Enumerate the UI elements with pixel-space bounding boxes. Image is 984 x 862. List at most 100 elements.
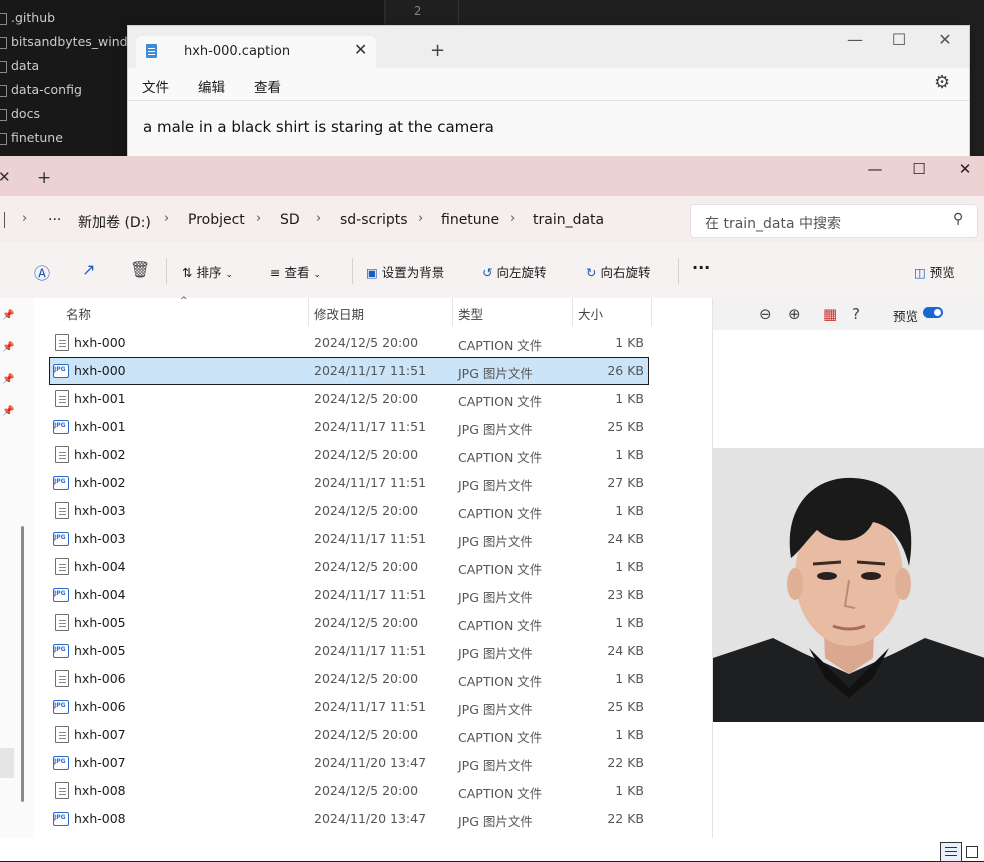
- file-size: 22 KB: [607, 811, 644, 826]
- preview-pane-button[interactable]: ◫ 预览: [914, 262, 955, 281]
- delete-icon[interactable]: 🗑: [130, 260, 150, 279]
- breadcrumb-sd-scripts[interactable]: sd-scripts: [340, 212, 408, 228]
- breadcrumb-train-data[interactable]: train_data: [533, 212, 604, 228]
- explorer-folder[interactable]: .github: [0, 6, 55, 30]
- file-date: 2024/11/20 13:47: [314, 811, 427, 826]
- close-icon[interactable]: ✕: [930, 30, 960, 49]
- close-tab-icon[interactable]: ✕: [354, 40, 367, 59]
- file-row[interactable]: hxh-003 2024/11/17 11:51 JPG 图片文件 24 KB: [50, 526, 648, 552]
- notepad-titlebar[interactable]: hxh-000.caption ✕ + — ☐ ✕: [128, 26, 969, 68]
- maximize-icon[interactable]: ☐: [904, 160, 934, 178]
- new-tab-button[interactable]: +: [430, 40, 445, 61]
- sort-label: 排序: [196, 265, 222, 280]
- file-type: JPG 图片文件: [458, 422, 533, 437]
- file-row[interactable]: hxh-008 2024/12/5 20:00 CAPTION 文件 1 KB: [50, 778, 648, 804]
- column-size[interactable]: 大小: [578, 304, 603, 323]
- zoom-in-icon[interactable]: ⊕: [788, 305, 801, 323]
- column-divider[interactable]: [308, 298, 309, 326]
- jpg-file-icon: [53, 644, 69, 658]
- view-button[interactable]: ≡ 查看 ⌄: [270, 262, 321, 281]
- file-row[interactable]: hxh-007 2024/12/5 20:00 CAPTION 文件 1 KB: [50, 722, 648, 748]
- column-header: 名称 ^ 修改日期 类型 大小: [34, 296, 712, 326]
- explorer-folder[interactable]: docs: [0, 102, 40, 126]
- rotate-left-button[interactable]: ↺ 向左旋转: [482, 262, 546, 281]
- breadcrumb-drive[interactable]: 新加卷 (D:): [78, 212, 151, 232]
- preview-pane: ⊖ ⊕ ▦ ? 预览: [712, 298, 984, 838]
- file-date: 2024/11/17 11:51: [314, 363, 427, 378]
- file-date: 2024/12/5 20:00: [314, 391, 419, 406]
- set-background-button[interactable]: ▣ 设置为背景: [366, 262, 444, 281]
- line-number: 2: [414, 4, 422, 18]
- more-options-button[interactable]: ···: [692, 258, 710, 277]
- file-row[interactable]: hxh-006 2024/11/17 11:51 JPG 图片文件 25 KB: [50, 694, 648, 720]
- file-type: JPG 图片文件: [458, 478, 533, 493]
- details-view-icon[interactable]: [940, 842, 962, 862]
- file-row[interactable]: hxh-002 2024/11/17 11:51 JPG 图片文件 27 KB: [50, 470, 648, 496]
- sort-arrow-icon: ^: [180, 296, 188, 306]
- file-type: CAPTION 文件: [458, 394, 543, 409]
- maximize-icon[interactable]: ☐: [884, 30, 914, 49]
- text-file-icon: [55, 502, 69, 519]
- column-name[interactable]: 名称: [66, 304, 91, 323]
- column-type[interactable]: 类型: [458, 304, 483, 323]
- explorer-folder[interactable]: data: [0, 54, 39, 78]
- breadcrumb-finetune[interactable]: finetune: [441, 212, 499, 228]
- file-row[interactable]: hxh-006 2024/12/5 20:00 CAPTION 文件 1 KB: [50, 666, 648, 692]
- file-date: 2024/12/5 20:00: [314, 671, 419, 686]
- file-row[interactable]: hxh-000 2024/12/5 20:00 CAPTION 文件 1 KB: [50, 330, 648, 356]
- explorer-folder[interactable]: finetune: [0, 126, 63, 150]
- folder-label: .github: [11, 10, 56, 25]
- zoom-out-icon[interactable]: ⊖: [759, 305, 772, 323]
- share-icon[interactable]: ↗: [82, 260, 95, 279]
- menu-edit[interactable]: 编辑: [198, 76, 225, 96]
- file-name: hxh-007: [74, 755, 126, 770]
- file-date: 2024/12/5 20:00: [314, 335, 419, 350]
- toolbar-divider: [166, 258, 167, 284]
- help-icon[interactable]: ?: [852, 305, 860, 323]
- file-row[interactable]: hxh-000 2024/11/17 11:51 JPG 图片文件 26 KB: [49, 357, 649, 385]
- file-row[interactable]: hxh-005 2024/12/5 20:00 CAPTION 文件 1 KB: [50, 610, 648, 636]
- folder-label: data-config: [11, 82, 82, 97]
- sort-button[interactable]: ⇅ 排序 ⌄: [182, 262, 233, 281]
- notepad-tab[interactable]: hxh-000.caption ✕: [136, 36, 376, 68]
- explorer-titlebar[interactable]: ✕ + — ☐ ✕: [0, 156, 984, 196]
- minimize-icon[interactable]: —: [860, 160, 890, 178]
- nav-selected-item[interactable]: [0, 748, 14, 778]
- file-size: 1 KB: [615, 447, 644, 462]
- app-grid-icon[interactable]: ▦: [823, 305, 837, 323]
- menu-view[interactable]: 查看: [254, 76, 281, 96]
- tiles-view-icon[interactable]: [966, 846, 978, 858]
- minimize-icon[interactable]: —: [840, 30, 870, 49]
- file-row[interactable]: hxh-008 2024/11/20 13:47 JPG 图片文件 22 KB: [50, 806, 648, 832]
- rename-icon[interactable]: Ⓐ: [34, 260, 50, 284]
- new-tab-button[interactable]: +: [37, 168, 51, 188]
- navigation-pane[interactable]: 📌 📌 📌 📌: [0, 298, 35, 838]
- breadcrumb-probject[interactable]: Probject: [188, 212, 245, 228]
- preview-toggle[interactable]: [923, 307, 943, 318]
- column-modified[interactable]: 修改日期: [314, 304, 364, 323]
- search-input[interactable]: 在 train_data 中搜索 ⚲: [690, 204, 978, 238]
- file-row[interactable]: hxh-003 2024/12/5 20:00 CAPTION 文件 1 KB: [50, 498, 648, 524]
- explorer-folder[interactable]: data-config: [0, 78, 82, 102]
- file-row[interactable]: hxh-002 2024/12/5 20:00 CAPTION 文件 1 KB: [50, 442, 648, 468]
- breadcrumb-sd[interactable]: SD: [280, 212, 300, 228]
- breadcrumb-more[interactable]: ···: [48, 212, 61, 228]
- file-size: 25 KB: [607, 699, 644, 714]
- close-icon[interactable]: ✕: [950, 160, 980, 178]
- notepad-content[interactable]: a male in a black shirt is staring at th…: [143, 118, 494, 136]
- file-row[interactable]: hxh-004 2024/11/17 11:51 JPG 图片文件 23 KB: [50, 582, 648, 608]
- file-row[interactable]: hxh-005 2024/11/17 11:51 JPG 图片文件 24 KB: [50, 638, 648, 664]
- file-row[interactable]: hxh-001 2024/12/5 20:00 CAPTION 文件 1 KB: [50, 386, 648, 412]
- file-row[interactable]: hxh-007 2024/11/20 13:47 JPG 图片文件 22 KB: [50, 750, 648, 776]
- menu-file[interactable]: 文件: [142, 76, 169, 96]
- close-tab-icon[interactable]: ✕: [0, 168, 11, 186]
- file-row[interactable]: hxh-001 2024/11/17 11:51 JPG 图片文件 25 KB: [50, 414, 648, 440]
- column-divider[interactable]: [452, 298, 453, 326]
- gear-icon[interactable]: ⚙: [934, 72, 950, 93]
- column-divider[interactable]: [651, 298, 652, 326]
- column-divider[interactable]: [572, 298, 573, 326]
- nav-scrollbar[interactable]: [21, 526, 24, 802]
- rotate-right-button[interactable]: ↻ 向右旋转: [586, 262, 650, 281]
- chevron-right-icon: ›: [256, 211, 262, 226]
- file-row[interactable]: hxh-004 2024/12/5 20:00 CAPTION 文件 1 KB: [50, 554, 648, 580]
